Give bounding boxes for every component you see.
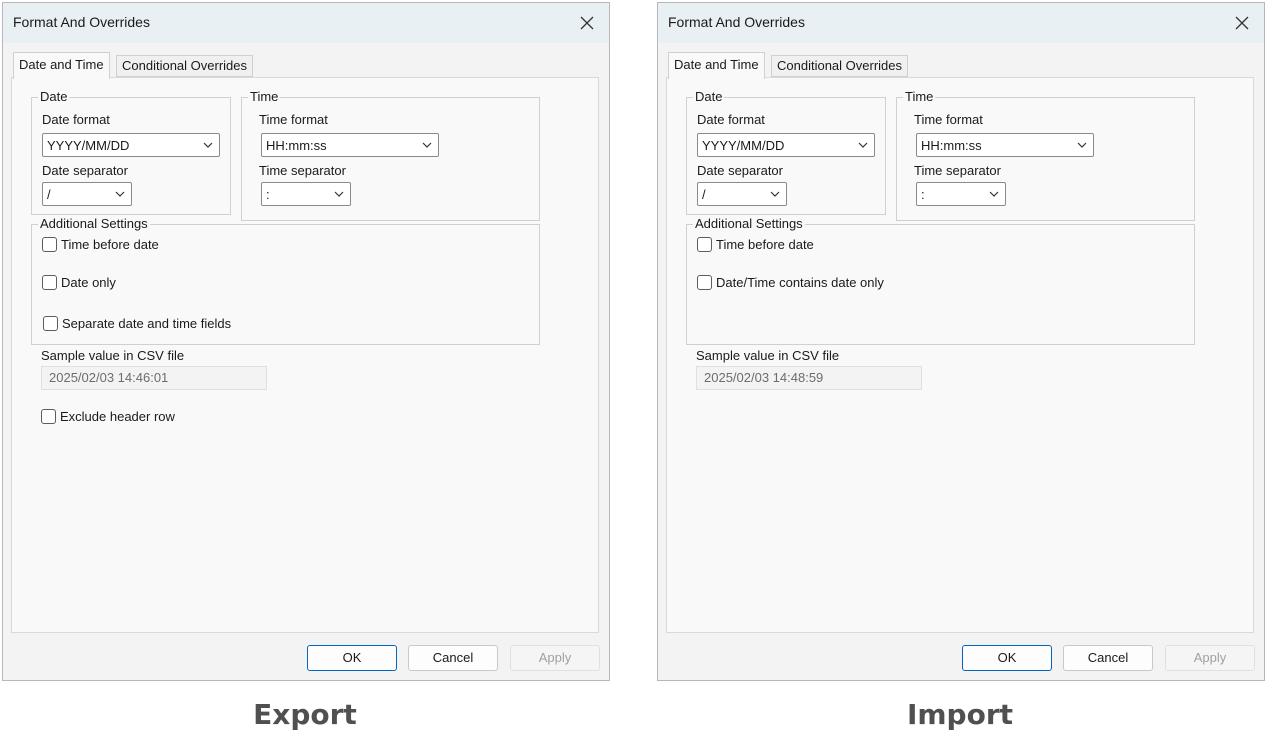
time-group: Time Time format HH:mm:ss Time separator… — [241, 89, 540, 221]
time-format-combo[interactable]: HH:mm:ss — [916, 133, 1094, 157]
sample-value-label: Sample value in CSV file — [41, 348, 185, 363]
import-dialog: Format And Overrides Date and Time Condi… — [657, 2, 1265, 681]
checkbox-box[interactable] — [697, 275, 712, 290]
time-group: Time Time format HH:mm:ss Time separator… — [896, 89, 1195, 221]
date-format-value: YYYY/MM/DD — [702, 138, 785, 153]
cancel-button[interactable]: Cancel — [1063, 645, 1153, 671]
time-format-label: Time format — [259, 112, 328, 127]
cancel-button[interactable]: Cancel — [408, 645, 498, 671]
checkbox-box[interactable] — [697, 237, 712, 252]
exclude-header-row-label: Exclude header row — [60, 409, 175, 424]
title-bar: Format And Overrides — [658, 3, 1264, 43]
date-time-contains-date-only-label: Date/Time contains date only — [716, 275, 884, 290]
chevron-down-icon — [1077, 142, 1087, 148]
time-separator-value: : — [921, 187, 925, 202]
checkbox-box[interactable] — [42, 237, 57, 252]
time-separator-combo[interactable]: : — [916, 182, 1006, 206]
date-group: Date Date format YYYY/MM/DD Date separat… — [31, 89, 231, 215]
export-caption: Export — [253, 698, 357, 731]
additional-settings-group: Additional Settings Time before date Dat… — [31, 216, 540, 345]
separate-fields-label: Separate date and time fields — [62, 316, 232, 331]
time-format-value: HH:mm:ss — [266, 138, 327, 153]
chevron-down-icon — [770, 191, 780, 197]
dialog-title: Format And Overrides — [13, 14, 150, 30]
date-format-value: YYYY/MM/DD — [47, 138, 130, 153]
time-separator-label: Time separator — [914, 163, 1001, 178]
time-before-date-label: Time before date — [716, 237, 814, 252]
date-separator-combo[interactable]: / — [697, 182, 787, 206]
tab-panel: Date Date format YYYY/MM/DD Date separat… — [11, 77, 599, 633]
time-separator-label: Time separator — [259, 163, 346, 178]
date-group: Date Date format YYYY/MM/DD Date separat… — [686, 89, 886, 215]
date-only-label: Date only — [61, 275, 116, 290]
sample-value-label: Sample value in CSV file — [696, 348, 840, 363]
checkbox-box[interactable] — [43, 316, 58, 331]
checkbox-box[interactable] — [42, 275, 57, 290]
close-icon — [580, 16, 594, 30]
chevron-down-icon — [422, 142, 432, 148]
import-caption: Import — [906, 698, 1014, 731]
ok-button[interactable]: OK — [307, 645, 397, 671]
dialog-title: Format And Overrides — [668, 14, 805, 30]
additional-settings-legend: Additional Settings — [38, 216, 150, 232]
time-group-legend: Time — [903, 89, 936, 105]
date-group-legend: Date — [693, 89, 725, 105]
chevron-down-icon — [334, 191, 344, 197]
time-group-legend: Time — [248, 89, 281, 105]
sample-value-field: 2025/02/03 14:46:01 — [41, 366, 267, 390]
date-format-combo[interactable]: YYYY/MM/DD — [697, 133, 875, 157]
tab-date-and-time[interactable]: Date and Time — [13, 52, 110, 79]
chevron-down-icon — [858, 142, 868, 148]
checkbox-box[interactable] — [41, 409, 56, 424]
close-button[interactable] — [1228, 9, 1256, 37]
date-separator-value: / — [702, 187, 706, 202]
sample-value-field: 2025/02/03 14:48:59 — [696, 366, 922, 390]
time-separator-value: : — [266, 187, 270, 202]
tab-panel: Date Date format YYYY/MM/DD Date separat… — [666, 77, 1254, 633]
title-bar: Format And Overrides — [3, 3, 609, 43]
date-separator-label: Date separator — [697, 163, 783, 178]
date-separator-label: Date separator — [42, 163, 128, 178]
apply-button[interactable]: Apply — [510, 645, 600, 671]
ok-button[interactable]: OK — [962, 645, 1052, 671]
additional-settings-legend: Additional Settings — [693, 216, 805, 232]
tab-conditional-overrides[interactable]: Conditional Overrides — [116, 55, 254, 77]
date-format-label: Date format — [42, 112, 110, 127]
additional-settings-group: Additional Settings Time before date Dat… — [686, 216, 1195, 345]
apply-button[interactable]: Apply — [1165, 645, 1255, 671]
date-separator-combo[interactable]: / — [42, 182, 132, 206]
date-separator-value: / — [47, 187, 51, 202]
time-format-value: HH:mm:ss — [921, 138, 982, 153]
time-before-date-label: Time before date — [61, 237, 159, 252]
date-format-label: Date format — [697, 112, 765, 127]
export-dialog: Format And Overrides Date and Time Condi… — [2, 2, 610, 681]
time-format-label: Time format — [914, 112, 983, 127]
chevron-down-icon — [115, 191, 125, 197]
time-separator-combo[interactable]: : — [261, 182, 351, 206]
time-format-combo[interactable]: HH:mm:ss — [261, 133, 439, 157]
date-group-legend: Date — [38, 89, 70, 105]
tab-conditional-overrides[interactable]: Conditional Overrides — [771, 55, 909, 77]
tab-date-and-time[interactable]: Date and Time — [668, 52, 765, 79]
chevron-down-icon — [989, 191, 999, 197]
close-button[interactable] — [573, 9, 601, 37]
close-icon — [1235, 16, 1249, 30]
chevron-down-icon — [203, 142, 213, 148]
date-format-combo[interactable]: YYYY/MM/DD — [42, 133, 220, 157]
